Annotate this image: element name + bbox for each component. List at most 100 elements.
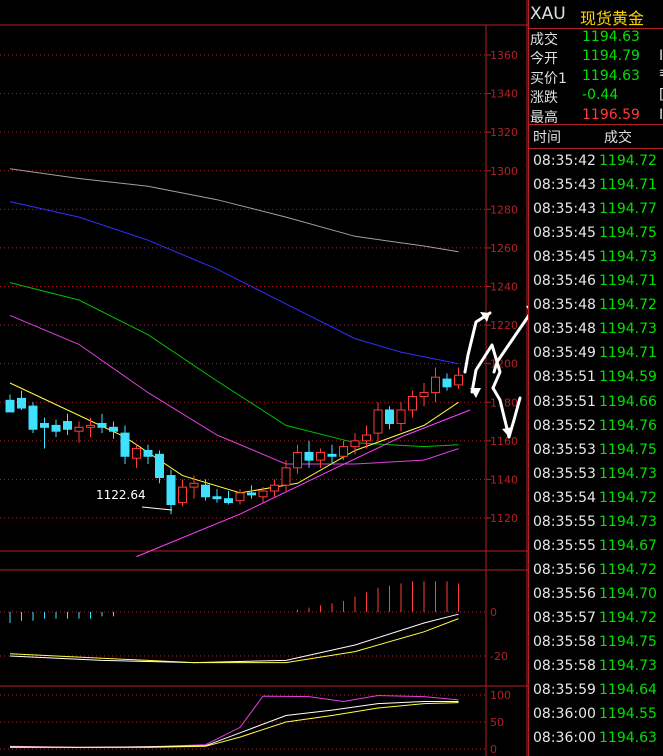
tick-time: 08:35:56 (533, 561, 596, 578)
tick-price: 1194.72 (599, 297, 657, 314)
tick-price: 1194.72 (599, 153, 657, 169)
symbol-header[interactable]: XAU 现货黄金 (528, 0, 663, 29)
candle-body (431, 376, 440, 394)
candle-body (74, 426, 84, 432)
candle-body (350, 440, 360, 448)
ma-line (136, 409, 471, 558)
tick-time: 08:35:42 (533, 153, 596, 169)
candle-body (17, 397, 26, 409)
candle-body (362, 434, 371, 442)
kdj-line (9, 701, 459, 748)
candle-body (454, 374, 463, 386)
tick-price: 1194.63 (599, 730, 657, 747)
candle-body (155, 453, 164, 478)
chart-frame (0, 0, 528, 756)
tick-time: 08:35:48 (533, 321, 596, 338)
quote-label: 买价1 (530, 70, 567, 87)
candle-body (178, 486, 187, 504)
tick-row[interactable]: 08:35:43 1194.77 (528, 201, 663, 225)
candle-body (212, 496, 222, 500)
tick-time: 08:35:45 (533, 249, 596, 266)
tick-time: 08:35:55 (533, 537, 596, 554)
tick-time: 08:35:54 (533, 489, 596, 506)
symbol-code: XAU (530, 4, 566, 24)
tick-price: 1194.73 (599, 465, 657, 482)
quote-label: 涨跌 (530, 90, 558, 107)
tick-time: 08:35:43 (533, 177, 596, 194)
quote-side-panel: XAU 现货黄金 成交 1194.63 今开 1194.79 I 买价1 1194.63 ₹ 涨… (528, 0, 663, 756)
tick-row[interactable]: 08:35:45 1194.75 (528, 225, 663, 249)
tick-time: 08:35:53 (533, 465, 596, 482)
tick-row[interactable]: 08:35:49 1194.71 (528, 345, 663, 369)
tick-row[interactable]: 08:35:58 1194.73 (528, 658, 663, 682)
y-tick-label: 1320 (490, 126, 518, 139)
quote-label: 成交 (530, 32, 558, 48)
tick-row[interactable]: 08:35:59 1194.64 (528, 682, 663, 706)
quote-value: -0.44 (582, 87, 619, 104)
candle-body (235, 492, 245, 502)
quote-divider (528, 124, 663, 125)
candle-body (339, 446, 348, 457)
candle-body (201, 484, 210, 498)
ma-line (9, 201, 459, 365)
tick-row[interactable]: 08:35:52 1194.76 (528, 418, 663, 442)
quote-row: 今开 1194.79 I (528, 48, 663, 67)
quote-label: 今开 (530, 51, 558, 68)
tick-row[interactable]: 08:35:45 1194.73 (528, 249, 663, 273)
tick-time: 08:35:55 (533, 513, 596, 530)
macd-tick-label: 0 (490, 606, 497, 619)
tick-row[interactable]: 08:35:55 1194.67 (528, 538, 663, 562)
quote-cut-label: ₹ (659, 68, 663, 84)
tick-row[interactable]: 08:35:53 1194.73 (528, 466, 663, 490)
tick-row[interactable]: 08:35:58 1194.75 (528, 634, 663, 658)
quote-value: 1194.63 (582, 67, 640, 84)
tick-row[interactable]: 08:35:56 1194.70 (528, 586, 663, 610)
candle-body (132, 448, 141, 459)
tick-price: 1194.66 (599, 393, 657, 410)
candle-body (419, 392, 429, 397)
tick-row[interactable]: 08:35:43 1194.71 (528, 177, 663, 201)
tick-row[interactable]: 08:36:00 1194.63 (528, 730, 663, 754)
kdj-panel: 100 50 0 (0, 689, 511, 756)
tick-row[interactable]: 08:35:53 1194.75 (528, 442, 663, 466)
tick-price: 1194.70 (599, 585, 657, 602)
tick-row[interactable]: 08:35:48 1194.72 (528, 297, 663, 321)
candle-body (40, 422, 49, 428)
main-price-grid: 1360134013201300128012601240122012001180… (0, 49, 518, 525)
tick-price: 1194.75 (599, 441, 657, 458)
quote-value: 1194.79 (582, 48, 640, 65)
tick-row[interactable]: 08:35:56 1194.72 (528, 562, 663, 586)
tick-row[interactable]: 08:35:55 1194.73 (528, 514, 663, 538)
tick-row[interactable]: 08:35:54 1194.72 (528, 490, 663, 514)
y-tick-label: 1220 (490, 319, 518, 332)
candle-body (408, 395, 417, 411)
low-price-annotation: 1122.64 (96, 488, 146, 502)
tick-price: 1194.73 (599, 321, 657, 338)
y-tick-label: 1160 (490, 435, 518, 448)
candle-body (293, 451, 302, 469)
tick-time: 08:35:46 (533, 273, 596, 290)
tick-row[interactable]: 08:35:46 1194.71 (528, 273, 663, 297)
tick-time: 08:35:56 (533, 585, 596, 602)
tick-row[interactable]: 08:35:51 1194.59 (528, 369, 663, 393)
ticks-header-time: 时间 (533, 130, 561, 146)
tick-row[interactable]: 08:35:57 1194.72 (528, 610, 663, 634)
quote-row: 涨跌 -0.44 [ (528, 87, 663, 106)
tick-price: 1194.71 (599, 345, 657, 362)
candle-body (51, 424, 61, 432)
symbol-name: 现货黄金 (580, 9, 645, 28)
candle-body (166, 475, 176, 505)
tick-row[interactable]: 08:35:48 1194.73 (528, 321, 663, 345)
tick-row[interactable]: 08:35:51 1194.66 (528, 394, 663, 418)
tick-price: 1194.75 (599, 634, 657, 650)
tick-price: 1194.64 (599, 682, 657, 699)
quote-value: 1194.63 (582, 29, 640, 45)
tick-time: 08:36:00 (533, 706, 596, 723)
tick-price: 1194.59 (599, 369, 657, 386)
candle-body (247, 492, 256, 496)
tick-row[interactable]: 08:36:00 1194.55 (528, 706, 663, 730)
tick-row[interactable]: 08:35:42 1194.72 (528, 153, 663, 177)
y-tick-label: 1120 (490, 512, 518, 525)
tick-time: 08:35:57 (533, 609, 596, 626)
candle-body (5, 399, 15, 413)
